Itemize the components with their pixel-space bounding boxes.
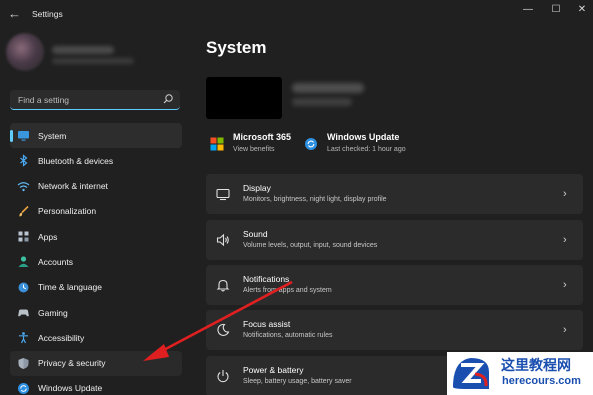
card-subtitle: Sleep, battery usage, battery saver (243, 378, 352, 385)
sidebar-item-label: Apps (38, 231, 58, 242)
quick-link-subtitle: Last checked: 1 hour ago (327, 146, 406, 153)
sidebar-item-gaming[interactable]: Gaming (10, 300, 182, 325)
quick-link-title: Microsoft 365 (233, 132, 292, 142)
gamepad-icon (18, 309, 29, 317)
page-title: System (206, 38, 267, 57)
sidebar-item-label: Personalization (38, 206, 97, 217)
watermark: 这里教程网 herecours.com (447, 352, 593, 395)
chevron-right-icon: › (563, 279, 567, 291)
sidebar-item-label: Accessibility (38, 332, 85, 343)
search-input[interactable]: Find a setting (10, 90, 180, 110)
nav-list: System Bluetooth & devices Network & int… (10, 123, 182, 395)
maximize-button[interactable]: ☐ (546, 2, 566, 18)
settings-card-sound[interactable]: Sound Volume levels, output, input, soun… (206, 220, 583, 260)
device-name-blurred (292, 83, 364, 93)
sidebar-item-privacy-security[interactable]: Privacy & security (10, 350, 182, 376)
moon-icon (217, 323, 230, 336)
brush-icon (19, 205, 29, 217)
display-icon (216, 188, 230, 201)
chevron-right-icon: › (563, 188, 567, 200)
person-icon (18, 256, 29, 268)
microsoft-logo-icon (210, 137, 224, 151)
watermark-logo-icon (453, 358, 489, 389)
settings-card-focus-assist[interactable]: Focus assist Notifications, automatic ru… (206, 310, 583, 350)
active-indicator (10, 130, 13, 142)
quick-link-title: Windows Update (327, 132, 400, 142)
card-subtitle: Notifications, automatic rules (243, 332, 333, 339)
bell-icon (216, 279, 230, 292)
sidebar-item-label: Windows Update (38, 383, 103, 394)
quick-link-subtitle: View benefits (233, 146, 275, 153)
title-bar: ← Settings — ☐ ✕ (0, 0, 593, 28)
app-title: Settings (32, 9, 63, 19)
accessibility-icon (19, 332, 28, 344)
avatar[interactable] (6, 33, 44, 71)
sidebar-item-label: Accounts (38, 256, 73, 267)
card-subtitle: Volume levels, output, input, sound devi… (243, 242, 378, 249)
sidebar-item-label: Time & language (38, 282, 102, 293)
update-icon (305, 138, 317, 150)
device-detail-blurred (292, 98, 352, 106)
monitor-icon (18, 131, 29, 141)
card-subtitle: Alerts from apps and system (243, 287, 332, 294)
sidebar-item-time-language[interactable]: Time & language (10, 275, 182, 300)
apps-icon (18, 231, 29, 242)
search-icon[interactable] (162, 93, 174, 105)
sidebar-item-personalization[interactable]: Personalization (10, 199, 182, 224)
wifi-icon (17, 181, 30, 191)
chevron-right-icon: › (563, 324, 567, 336)
power-icon (217, 370, 229, 383)
card-title: Power & battery (243, 365, 304, 375)
back-arrow-icon[interactable]: ← (8, 7, 22, 21)
profile-email-blurred (52, 58, 134, 64)
sidebar-item-label: Network & internet (38, 181, 108, 192)
sidebar: Find a setting System Bluetooth & device… (0, 28, 190, 395)
card-title: Sound (243, 229, 268, 239)
chevron-right-icon: › (563, 234, 567, 246)
settings-card-notifications[interactable]: Notifications Alerts from apps and syste… (206, 265, 583, 305)
sidebar-item-label: Privacy & security (38, 358, 106, 369)
sidebar-item-network[interactable]: Network & internet (10, 174, 182, 199)
sidebar-item-windows-update[interactable]: Windows Update (10, 376, 182, 395)
watermark-title: 这里教程网 (501, 358, 571, 374)
device-image (206, 77, 282, 119)
sidebar-item-system[interactable]: System (10, 123, 182, 149)
profile-name-blurred (52, 46, 114, 54)
card-title: Notifications (243, 274, 290, 284)
speaker-icon (216, 233, 229, 247)
globe-clock-icon (18, 282, 29, 293)
search-placeholder: Find a setting (18, 95, 70, 105)
main-content: System Microsoft 365 View benefits Windo… (190, 28, 593, 395)
shield-icon (18, 357, 29, 369)
watermark-url: herecours.com (502, 375, 581, 387)
quick-link-microsoft-365[interactable]: Microsoft 365 View benefits (210, 131, 300, 161)
sidebar-item-accessibility[interactable]: Accessibility (10, 325, 182, 350)
sidebar-item-label: Gaming (38, 307, 68, 318)
sidebar-item-accounts[interactable]: Accounts (10, 249, 182, 274)
close-button[interactable]: ✕ (572, 2, 592, 18)
card-subtitle: Monitors, brightness, night light, displ… (243, 196, 387, 203)
sidebar-item-bluetooth[interactable]: Bluetooth & devices (10, 148, 182, 173)
sidebar-item-label: Bluetooth & devices (38, 155, 114, 166)
card-title: Focus assist (243, 319, 291, 329)
bluetooth-icon (20, 154, 28, 168)
sidebar-item-label: System (38, 130, 67, 141)
card-title: Display (243, 183, 271, 193)
update-icon (18, 382, 29, 394)
quick-link-windows-update[interactable]: Windows Update Last checked: 1 hour ago (304, 131, 424, 161)
minimize-button[interactable]: — (518, 2, 538, 18)
settings-card-display[interactable]: Display Monitors, brightness, night ligh… (206, 174, 583, 214)
sidebar-item-apps[interactable]: Apps (10, 224, 182, 249)
